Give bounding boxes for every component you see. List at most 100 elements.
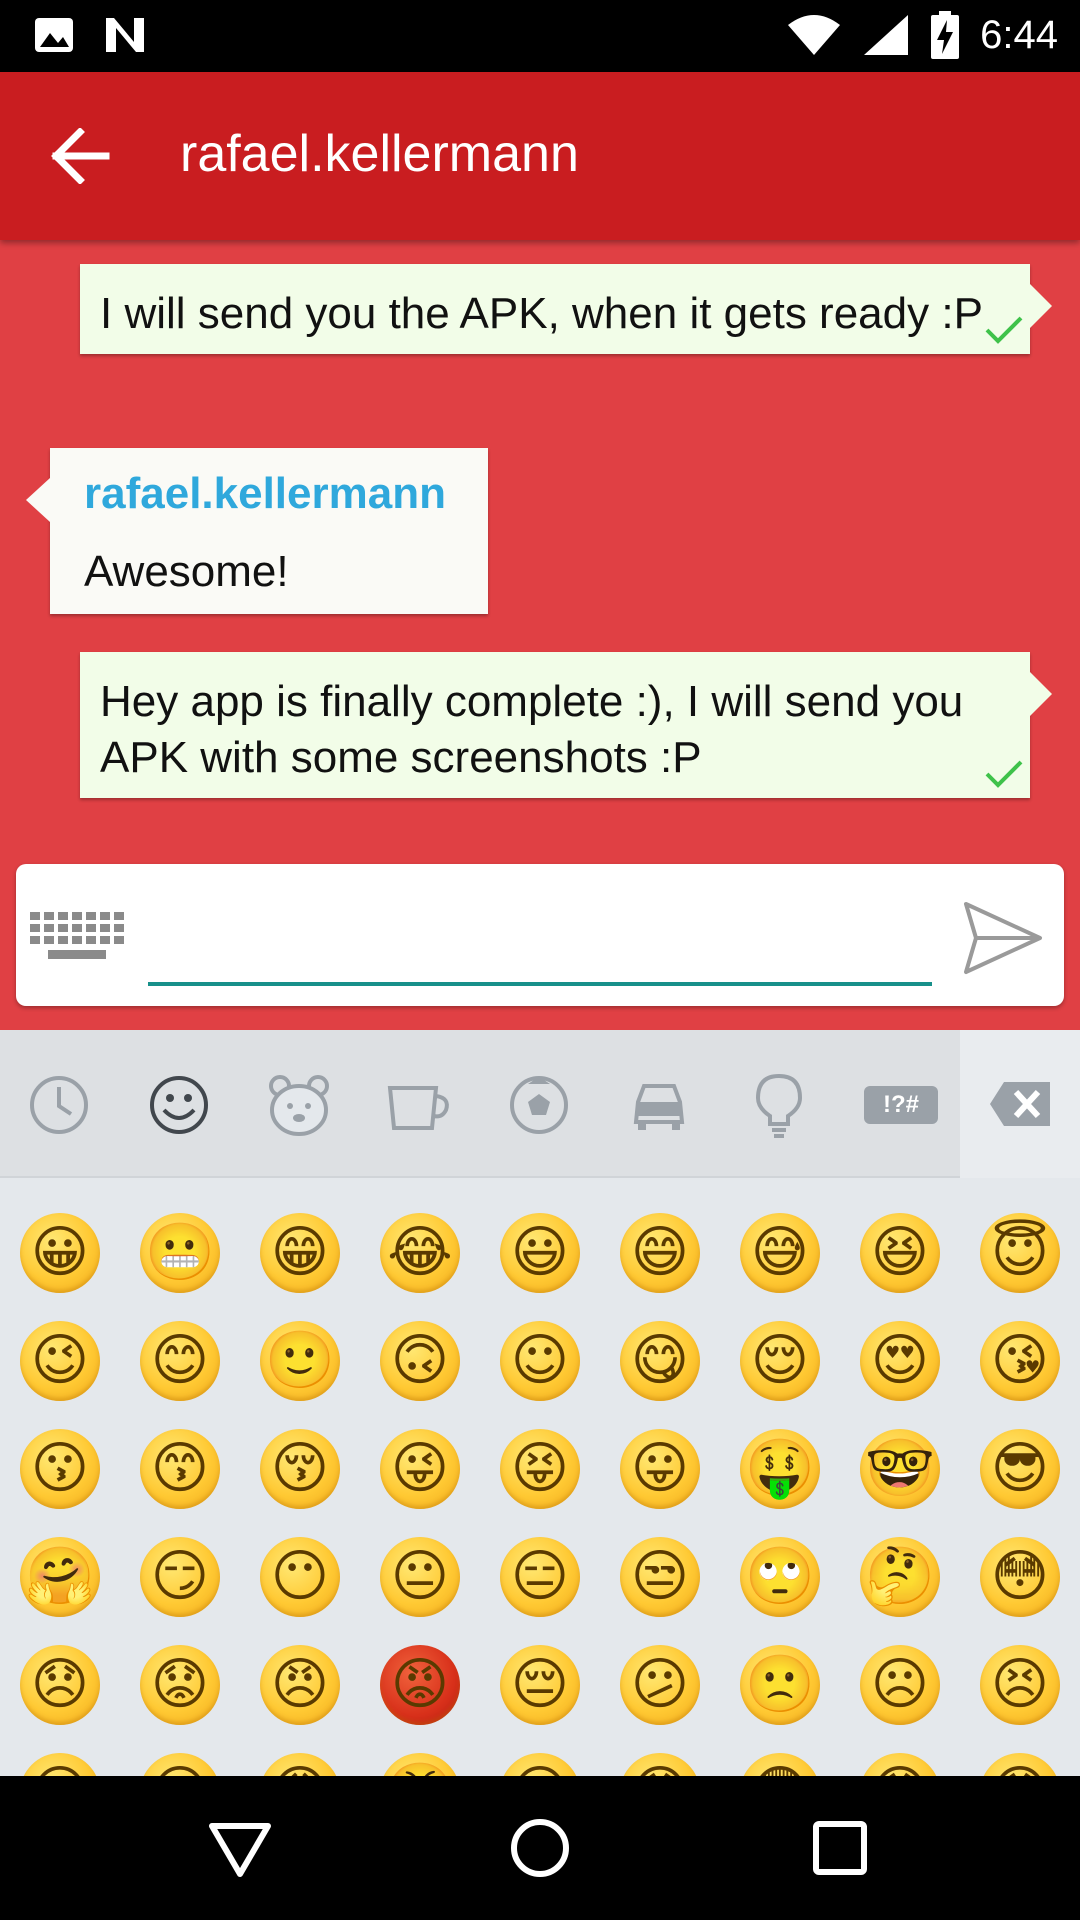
travel-icon[interactable]: [624, 1070, 694, 1140]
sports-icon[interactable]: [504, 1070, 574, 1140]
emoji-key[interactable]: 😍: [859, 1320, 941, 1402]
emoji-key[interactable]: 😤: [379, 1752, 461, 1776]
emoji-key[interactable]: 😖: [19, 1752, 101, 1776]
emoji-key[interactable]: 😜: [379, 1428, 461, 1510]
emoji-key[interactable]: 🤑: [739, 1428, 821, 1510]
objects-icon[interactable]: [744, 1070, 814, 1140]
emoji-key[interactable]: 😮: [499, 1752, 581, 1776]
emoji-key[interactable]: 😁: [259, 1212, 341, 1294]
emoji-key[interactable]: 😅: [739, 1212, 821, 1294]
recent-icon[interactable]: [24, 1070, 94, 1140]
emoji-glyph: 😛: [630, 1436, 690, 1501]
emoji-key[interactable]: 🤗: [19, 1536, 101, 1618]
outgoing-message[interactable]: I will send you the APK, when it gets re…: [80, 264, 1052, 354]
emoji-key[interactable]: 😗: [19, 1428, 101, 1510]
sender-name: rafael.kellermann: [84, 469, 446, 518]
emoji-key[interactable]: 😟: [139, 1644, 221, 1726]
animals-icon[interactable]: [264, 1070, 334, 1140]
sent-check-icon: [985, 316, 1023, 344]
emoji-keyboard: !?# 😀 😬 😁 😂 😃 😄 😅 😆 😇 😉 😊 🙂 🙃 ☺ 😋 😌 😍 😘 😗 😙 😚 😜 😝 😛 🤑 🤓 😎 🤗 😏 😶 😐 😑 😒 🙄 🤔 😳…: [0, 1030, 1080, 1776]
incoming-message[interactable]: rafael.kellermann Awesome!: [26, 448, 488, 614]
emoji-glyph: 😡: [390, 1652, 450, 1717]
emoji-key[interactable]: 😐: [379, 1536, 461, 1618]
emoji-key[interactable]: 🙁: [739, 1644, 821, 1726]
emoji-key[interactable]: 🤔: [859, 1536, 941, 1618]
emoji-key[interactable]: 🙂: [259, 1320, 341, 1402]
emoji-glyph: 😍: [870, 1328, 930, 1393]
emoji-key[interactable]: 😩: [259, 1752, 341, 1776]
emoji-key[interactable]: 🙄: [739, 1536, 821, 1618]
back-triangle-icon[interactable]: [204, 1812, 276, 1884]
keyboard-toggle-button[interactable]: [28, 908, 128, 964]
emoji-key[interactable]: 😳: [979, 1536, 1061, 1618]
emoji-glyph: 😏: [150, 1544, 210, 1609]
emoji-key[interactable]: 😆: [859, 1212, 941, 1294]
emoji-glyph: 😋: [630, 1328, 690, 1393]
recents-square-icon[interactable]: [804, 1812, 876, 1884]
food-icon[interactable]: [384, 1070, 454, 1140]
symbols-icon[interactable]: !?#: [864, 1086, 938, 1124]
home-circle-icon[interactable]: [504, 1812, 576, 1884]
emoji-glyph: 😙: [150, 1436, 210, 1501]
emoji-key[interactable]: 😶: [259, 1536, 341, 1618]
emoji-key[interactable]: 😞: [19, 1644, 101, 1726]
smileys-icon[interactable]: [144, 1070, 214, 1140]
emoji-key[interactable]: 😑: [499, 1536, 581, 1618]
emoji-key[interactable]: 😛: [619, 1428, 701, 1510]
emoji-glyph: 🙂: [265, 1328, 335, 1393]
emoji-key[interactable]: 🙃: [379, 1320, 461, 1402]
emoji-key[interactable]: 😱: [619, 1752, 701, 1776]
emoji-glyph: 😨: [739, 1752, 821, 1776]
emoji-glyph: 😅: [750, 1220, 810, 1285]
emoji-key[interactable]: 😎: [979, 1428, 1061, 1510]
back-button[interactable]: [50, 127, 114, 185]
emoji-key[interactable]: ☺: [499, 1320, 581, 1402]
emoji-glyph: 😱: [619, 1752, 701, 1776]
emoji-key[interactable]: 😯: [979, 1752, 1061, 1776]
keyboard-icon: [30, 912, 124, 959]
emoji-key[interactable]: 😚: [259, 1428, 341, 1510]
outgoing-message[interactable]: Hey app is finally complete :), I will s…: [80, 652, 1052, 798]
emoji-key[interactable]: 😙: [139, 1428, 221, 1510]
emoji-key[interactable]: 😝: [499, 1428, 581, 1510]
battery-charging-icon: [931, 11, 960, 59]
emoji-glyph: 😟: [150, 1652, 210, 1717]
emoji-key[interactable]: 😣: [979, 1644, 1061, 1726]
emoji-key[interactable]: 😏: [139, 1536, 221, 1618]
emoji-key[interactable]: 😕: [619, 1644, 701, 1726]
emoji-glyph: 😊: [150, 1328, 210, 1393]
emoji-key[interactable]: 😰: [859, 1752, 941, 1776]
emoji-glyph: 😕: [630, 1652, 690, 1717]
emoji-key[interactable]: 😌: [739, 1320, 821, 1402]
emoji-key[interactable]: 😊: [139, 1320, 221, 1402]
emoji-glyph: 🤗: [25, 1544, 95, 1609]
emoji-key[interactable]: 😋: [619, 1320, 701, 1402]
message-input[interactable]: [148, 886, 932, 986]
emoji-key[interactable]: 😀: [19, 1212, 101, 1294]
emoji-key[interactable]: 😨: [739, 1752, 821, 1776]
wifi-icon: [788, 15, 841, 55]
emoji-key[interactable]: 😠: [259, 1644, 341, 1726]
emoji-glyph: 😌: [750, 1328, 810, 1393]
emoji-key[interactable]: ☹: [859, 1644, 941, 1726]
arrow-left-icon: [51, 127, 110, 185]
emoji-glyph: 😶: [270, 1544, 330, 1609]
emoji-key[interactable]: 😃: [499, 1212, 581, 1294]
emoji-key[interactable]: 😄: [619, 1212, 701, 1294]
emoji-key[interactable]: 😔: [499, 1644, 581, 1726]
emoji-key[interactable]: 😬: [139, 1212, 221, 1294]
send-icon: [964, 902, 1042, 974]
emoji-key[interactable]: 🤓: [859, 1428, 941, 1510]
emoji-key[interactable]: 😇: [979, 1212, 1061, 1294]
emoji-glyph: 😝: [510, 1436, 570, 1501]
emoji-key[interactable]: 😉: [19, 1320, 101, 1402]
backspace-button[interactable]: [960, 1030, 1080, 1178]
emoji-key[interactable]: 😘: [979, 1320, 1061, 1402]
emoji-key[interactable]: 😡: [379, 1644, 461, 1726]
emoji-key[interactable]: 😒: [619, 1536, 701, 1618]
emoji-key[interactable]: 😫: [139, 1752, 221, 1776]
conversation-title: rafael.kellermann: [180, 125, 579, 183]
emoji-key[interactable]: 😂: [379, 1212, 461, 1294]
send-button[interactable]: [962, 898, 1044, 978]
emoji-glyph: 😀: [30, 1220, 90, 1285]
